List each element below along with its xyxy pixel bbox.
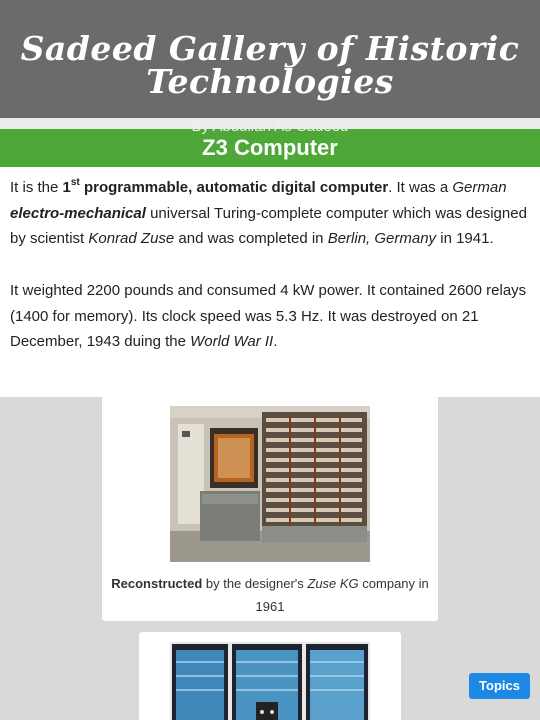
figure-caption-1: Reconstructed by the designer's Zuse KG …: [110, 572, 430, 618]
topics-button[interactable]: Topics: [469, 673, 530, 699]
ordinal-suffix: st: [70, 177, 80, 188]
italic-place: Berlin, Germany: [327, 230, 437, 248]
article-body: It is the 1st programmable, automatic di…: [0, 167, 540, 397]
article-paragraph-1: It is the 1st programmable, automatic di…: [10, 175, 530, 252]
ordinal-num: 1: [62, 179, 71, 196]
italic-person: Konrad Zuse: [88, 230, 175, 248]
section-title: Z3 Computer: [0, 129, 540, 167]
text-span: . It was a: [388, 179, 453, 196]
text-span: .: [273, 333, 278, 351]
italic-event: World War II: [190, 333, 274, 351]
figure-card-1: Reconstructed by the designer's Zuse KG …: [102, 396, 438, 621]
figure-card-2: [139, 632, 401, 720]
text-span: in 1941.: [436, 230, 494, 248]
italic-country: German: [452, 179, 507, 196]
z3-reconstruction-image: [170, 406, 370, 562]
ordinal-number: 1st programmable, automatic digital comp…: [62, 177, 389, 197]
site-title: Sadeed Gallery of Historic Technologies: [20, 29, 520, 101]
caption-italic: Zuse KG: [307, 576, 359, 591]
bold-italic-term: electro-mechanical: [10, 204, 146, 222]
text-span: and was completed in: [174, 230, 328, 248]
site-header: Sadeed Gallery of Historic Technologies …: [0, 0, 540, 135]
z3-relay-cabinet-photo[interactable]: [170, 642, 370, 720]
z3-reconstruction-photo[interactable]: [170, 406, 370, 562]
caption-text: by the designer's: [202, 576, 308, 591]
z3-relay-cabinet-image: [170, 642, 370, 720]
article-paragraph-2: It weighted 2200 pounds and consumed 4 k…: [10, 278, 530, 355]
caption-bold: Reconstructed: [111, 576, 203, 591]
text-span: It is the: [10, 179, 63, 196]
bold-phrase: programmable, automatic digital computer: [79, 179, 389, 196]
